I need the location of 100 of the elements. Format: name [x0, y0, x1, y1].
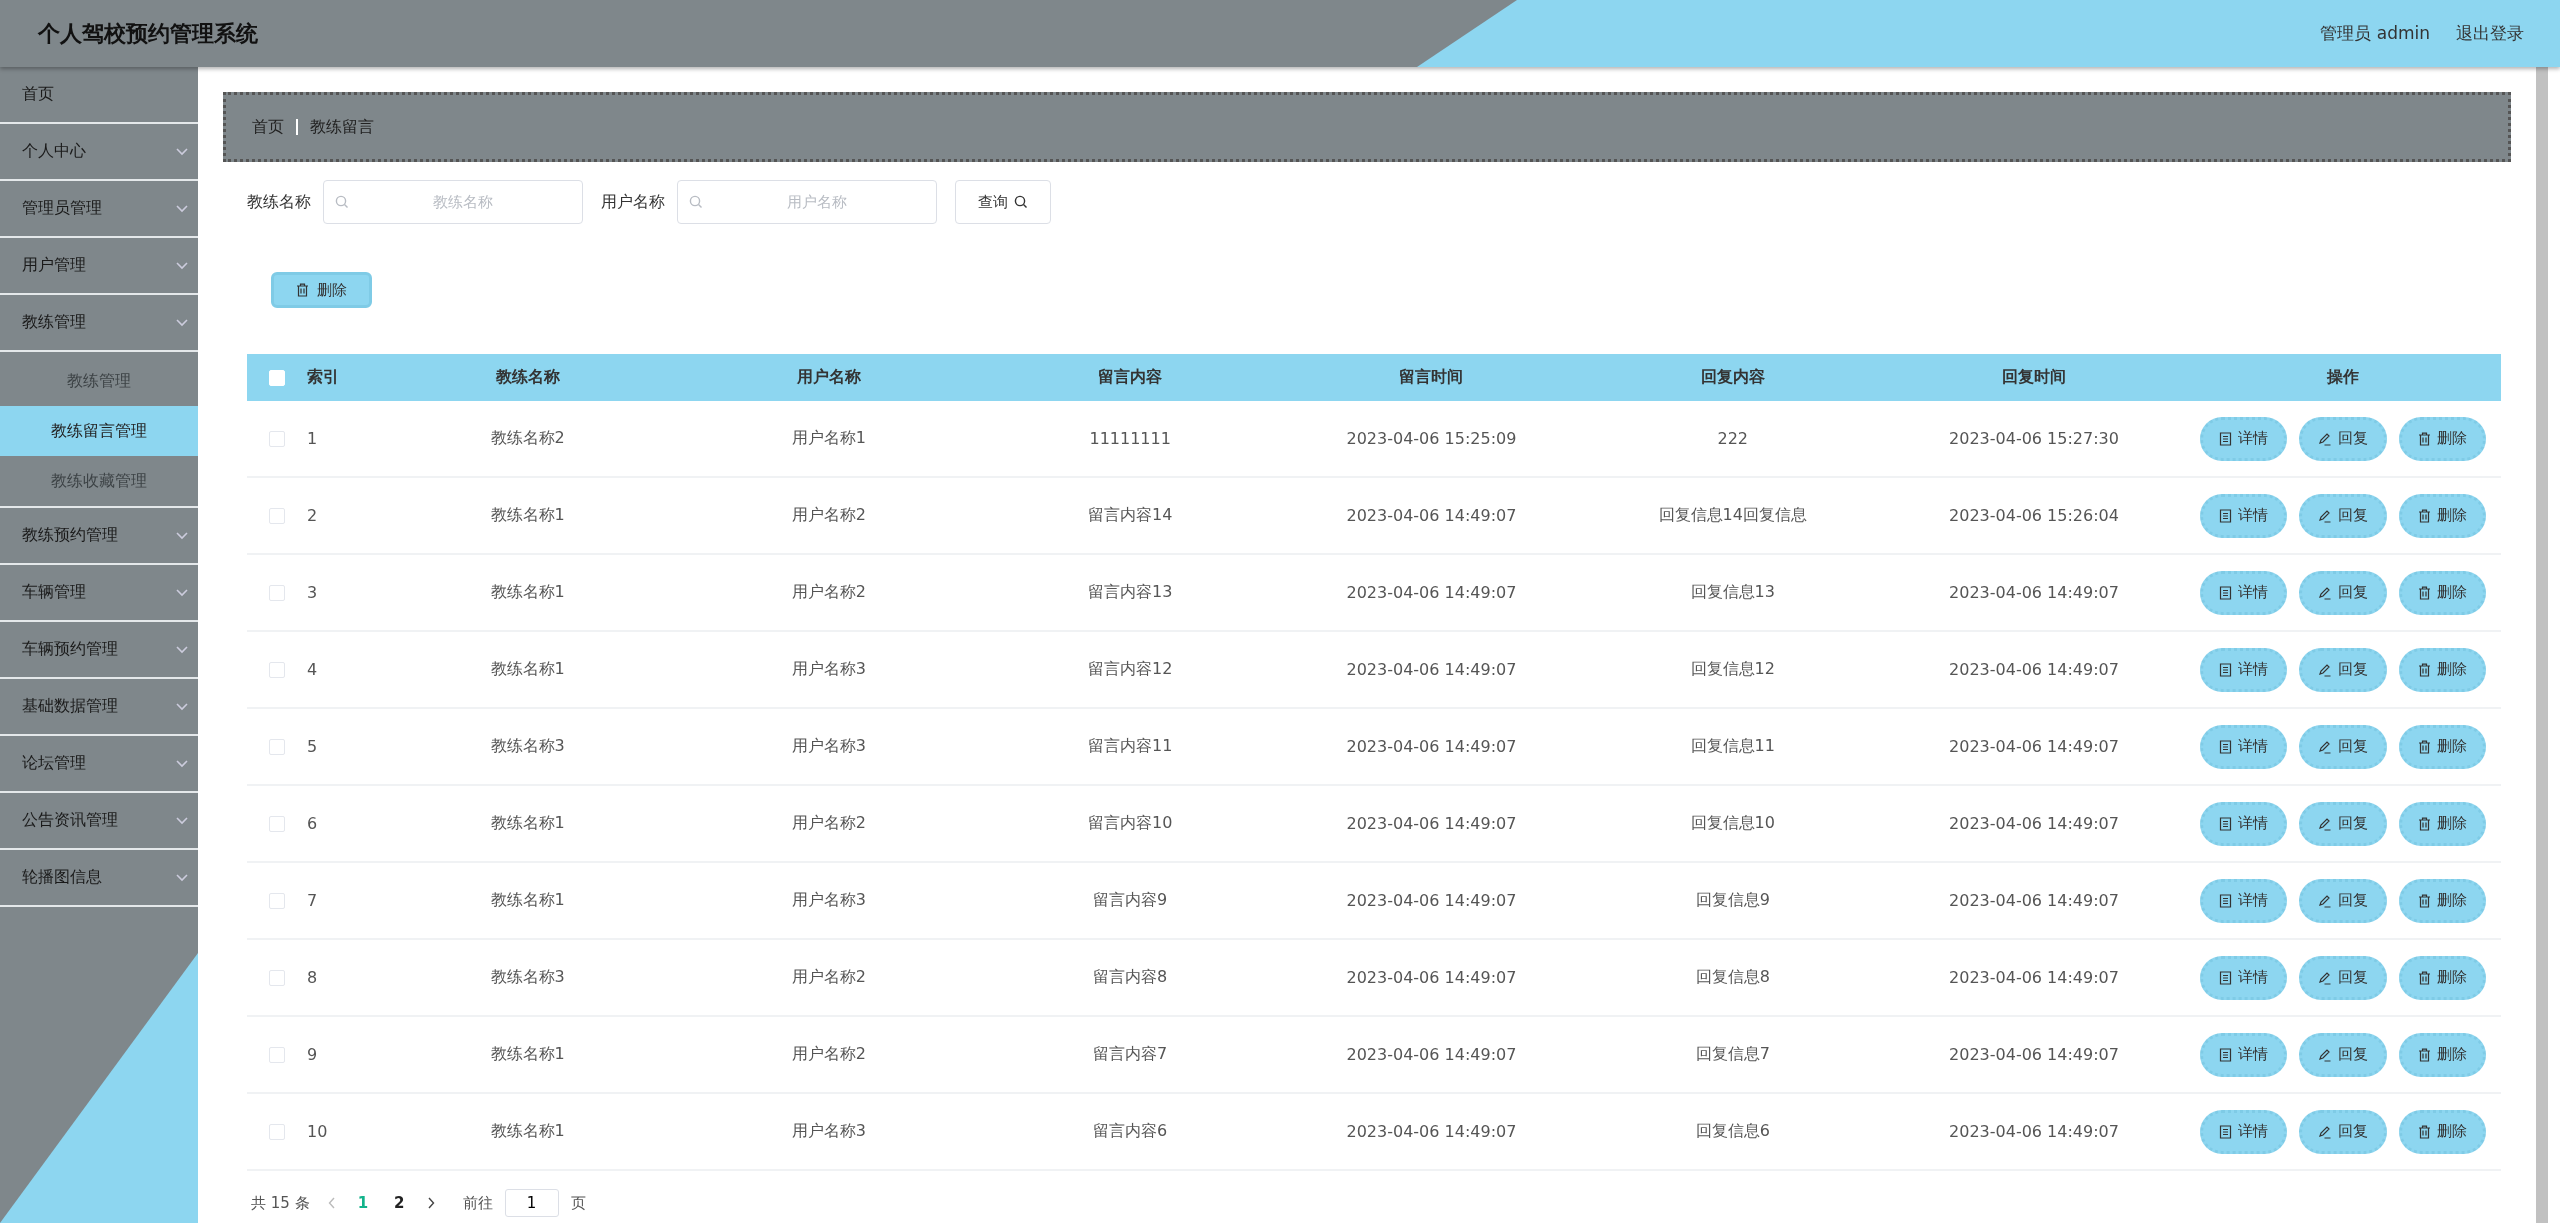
page-input[interactable]: 1: [504, 1189, 559, 1217]
row-checkbox[interactable]: [269, 892, 285, 909]
details-button[interactable]: 详情: [2199, 647, 2287, 692]
details-button[interactable]: 详情: [2199, 801, 2287, 846]
delete-button[interactable]: 删除: [2398, 955, 2486, 1000]
delete-button[interactable]: 删除: [2398, 1032, 2486, 1077]
sidebar-item[interactable]: 基础数据管理: [0, 679, 198, 736]
table-cell-text: 留言内容11: [1087, 736, 1174, 757]
sidebar-item[interactable]: 管理员管理: [0, 181, 198, 238]
row-checkbox[interactable]: [269, 661, 285, 678]
reply-button[interactable]: 回复: [2298, 724, 2387, 769]
reply-button[interactable]: 回复: [2298, 416, 2387, 461]
details-button[interactable]: 详情: [2199, 493, 2287, 538]
reply-button[interactable]: 回复: [2298, 570, 2387, 615]
goto-label: 前往: [462, 1193, 493, 1213]
table-cell-text: 用户名称2: [790, 1044, 867, 1065]
table-cell-text: 用户名称2: [790, 967, 867, 988]
trash-icon: [2417, 1124, 2431, 1139]
table-cell-text: 教练名称1: [489, 813, 566, 834]
chevron-down-icon: [176, 318, 188, 327]
sidebar-item[interactable]: 论坛管理: [0, 736, 198, 793]
row-checkbox[interactable]: [269, 969, 285, 986]
search-field[interactable]: 用户名称: [677, 180, 937, 224]
row-checkbox[interactable]: [269, 584, 285, 601]
previous-page-button[interactable]: [327, 1197, 336, 1209]
details-button[interactable]: 详情: [2199, 955, 2287, 1000]
sidebar-item[interactable]: 车辆预约管理: [0, 622, 198, 679]
query-button[interactable]: 查询: [955, 180, 1051, 224]
logout-link[interactable]: 退出登录: [2456, 22, 2524, 45]
details-button[interactable]: 详情: [2199, 1109, 2287, 1154]
sidebar-item[interactable]: 车辆管理: [0, 565, 198, 622]
table-cell-text: 2023-04-06 14:49:07: [1948, 968, 2120, 987]
table-cell-text: 用户名称3: [790, 659, 867, 680]
chevron-down-icon: [176, 816, 188, 825]
chevron-down-icon: [176, 204, 188, 213]
table-cell-text: 回复信息14回复信息: [1657, 505, 1808, 526]
delete-button[interactable]: 删除: [2398, 647, 2486, 692]
details-button[interactable]: 详情: [2199, 1032, 2287, 1077]
delete-button[interactable]: 删除: [2398, 801, 2486, 846]
next-page-button[interactable]: [426, 1197, 435, 1209]
search-icon: [1014, 195, 1028, 209]
document-icon: [2218, 1047, 2232, 1062]
sidebar-item[interactable]: 教练管理: [0, 295, 198, 352]
sidebar-item[interactable]: 轮播图信息: [0, 850, 198, 907]
scrollbar[interactable]: [2536, 67, 2548, 1223]
sidebar-item[interactable]: 教练预约管理: [0, 508, 198, 565]
delete-button[interactable]: 删除: [2398, 878, 2486, 923]
trash-icon: [296, 283, 309, 297]
table-cell-text: 回复信息8: [1694, 967, 1771, 988]
delete-button[interactable]: 删除: [2398, 570, 2486, 615]
row-checkbox[interactable]: [269, 738, 285, 755]
trash-icon: [2417, 508, 2431, 523]
sidebar-item[interactable]: 首页: [0, 67, 198, 124]
table-cell-text: 用户名称3: [790, 890, 867, 911]
sidebar-subitem[interactable]: 教练留言管理: [0, 406, 198, 456]
table-cell-text: 2023-04-06 14:49:07: [1948, 891, 2120, 910]
document-icon: [2218, 431, 2232, 446]
row-checkbox[interactable]: [269, 815, 285, 832]
reply-button[interactable]: 回复: [2298, 801, 2387, 846]
reply-button[interactable]: 回复: [2298, 1032, 2387, 1077]
page-number[interactable]: 2: [390, 1194, 409, 1212]
row-checkbox[interactable]: [269, 507, 285, 524]
table-cell-text: 回复信息7: [1694, 1044, 1771, 1065]
sidebar-item[interactable]: 个人中心: [0, 124, 198, 181]
delete-button[interactable]: 删除: [2398, 493, 2486, 538]
table-cell-text: 留言内容10: [1087, 813, 1174, 834]
delete-button[interactable]: 删除: [271, 272, 372, 308]
details-button[interactable]: 详情: [2199, 416, 2287, 461]
details-button[interactable]: 详情: [2199, 570, 2287, 615]
pencil-icon: [2317, 585, 2332, 600]
pencil-icon: [2317, 739, 2332, 754]
reply-button[interactable]: 回复: [2298, 955, 2387, 1000]
search-field[interactable]: 教练名称: [323, 180, 583, 224]
trash-icon: [2417, 893, 2431, 908]
reply-button[interactable]: 回复: [2298, 493, 2387, 538]
table-cell-text: 留言内容8: [1092, 967, 1169, 988]
row-checkbox[interactable]: [269, 430, 285, 447]
delete-button[interactable]: 删除: [2398, 724, 2486, 769]
details-button[interactable]: 详情: [2199, 878, 2287, 923]
reply-button[interactable]: 回复: [2298, 1109, 2387, 1154]
reply-button[interactable]: 回复: [2298, 647, 2387, 692]
table-cell-text: 用户名称3: [790, 1121, 867, 1142]
table-cell-text: 用户名称2: [790, 505, 867, 526]
reply-button[interactable]: 回复: [2298, 878, 2387, 923]
sidebar-item[interactable]: 用户管理: [0, 238, 198, 295]
sidebar-item[interactable]: 公告资讯管理: [0, 793, 198, 850]
chevron-down-icon: [176, 261, 188, 270]
details-button[interactable]: 详情: [2199, 724, 2287, 769]
chevron-down-icon: [176, 873, 188, 882]
table-cell-text: 7: [307, 891, 319, 910]
select-all-checkbox[interactable]: [269, 369, 285, 386]
delete-button[interactable]: 删除: [2398, 416, 2486, 461]
delete-button[interactable]: 删除: [2398, 1109, 2486, 1154]
table-cell-text: 教练名称1: [489, 1044, 566, 1065]
row-checkbox[interactable]: [269, 1046, 285, 1063]
row-checkbox[interactable]: [269, 1123, 285, 1140]
table-cell-text: 回复信息6: [1694, 1121, 1771, 1142]
document-icon: [2218, 816, 2232, 831]
breadcrumb-item[interactable]: 首页: [252, 116, 284, 138]
table-cell-text: 留言内容6: [1092, 1121, 1169, 1142]
